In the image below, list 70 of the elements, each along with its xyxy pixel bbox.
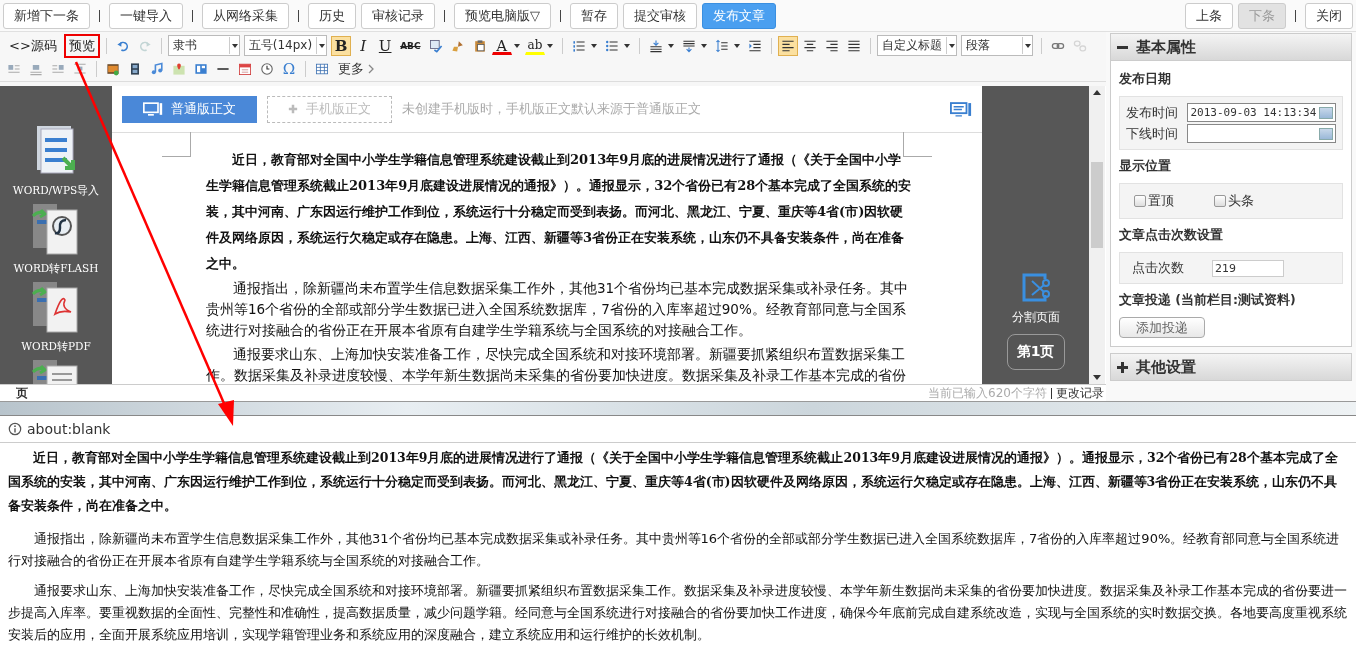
crop-mark bbox=[903, 132, 932, 157]
scissors-icon[interactable] bbox=[1020, 273, 1051, 303]
date-field[interactable] bbox=[1187, 124, 1336, 143]
split-page-label[interactable]: 分割页面 bbox=[1011, 309, 1060, 326]
page-button[interactable]: 第1页 bbox=[1006, 334, 1065, 370]
toolbar-button[interactable]: 从网络采集 bbox=[202, 2, 289, 29]
bold-button[interactable]: B bbox=[331, 35, 352, 56]
toolbar-button[interactable]: 上条 bbox=[1185, 2, 1233, 29]
field-label: 下线时间 bbox=[1126, 124, 1179, 143]
checkbox[interactable] bbox=[1134, 195, 1146, 207]
toolbar-button[interactable]: 预览电脑版▽ bbox=[454, 2, 551, 29]
section-header[interactable]: 基本属性 bbox=[1110, 33, 1352, 61]
section-subheading: 文章点击次数设置 bbox=[1119, 227, 1224, 244]
change-history-link[interactable]: 更改记录 bbox=[1056, 385, 1104, 402]
character-count: 当前已输入620个字符 bbox=[928, 385, 1047, 402]
toolbar-button[interactable]: 新增下一条 bbox=[3, 2, 90, 29]
more-button[interactable]: 更多 bbox=[334, 59, 378, 78]
chevron-icon[interactable] bbox=[368, 63, 374, 74]
paragraph: 近日，教育部对全国中小学生学籍信息管理系统建设截止到2013年9月底的进展情况进行了通报（《关于全国中小学生学籍信息管理系统截止2013年9月底建设进展情况的通报》）。通报显示，32个省份已有28个基本完成了全国系统的安装，其中河南、广东因运行维护工作到位，系统运行十分稳定而受到表扬。而河北、黑龙江、宁夏、重庆等4省(市)因软硬件及网络原因，系统运行欠稳定或存在隐患。上海、江西、新疆等3省份正在安装系统，山东仍不具备安装条件，尚在准备之中。 bbox=[206, 151, 912, 273]
toolbar-button[interactable]: 暂存 bbox=[570, 2, 618, 29]
dropdown-select[interactable]: 自定义标题 bbox=[877, 35, 958, 56]
special-character-button[interactable]: Ω bbox=[279, 58, 299, 79]
field-label: 点击次数 bbox=[1131, 259, 1185, 277]
calendar-icon bbox=[1319, 127, 1333, 140]
section-subheading: 显示位置 bbox=[1119, 158, 1172, 175]
italic-button[interactable]: I bbox=[353, 35, 374, 56]
dropdown-select[interactable]: 段落 bbox=[961, 35, 1034, 56]
calendar-icon bbox=[1319, 106, 1333, 119]
date-field[interactable]: 2013-09-03 14:13:34 bbox=[1187, 103, 1336, 122]
tool-label[interactable]: WORD转FLASH bbox=[13, 262, 99, 276]
toolbar-text-button[interactable]: 预览 bbox=[63, 33, 100, 58]
toolbar-button[interactable]: 提交审核 bbox=[623, 2, 697, 29]
address-bar-url[interactable]: about:blank bbox=[27, 421, 111, 437]
info-icon[interactable] bbox=[8, 422, 22, 436]
editor-tab[interactable]: 普通版正文 bbox=[122, 95, 257, 123]
click-count-field[interactable]: 219 bbox=[1212, 259, 1284, 277]
checkbox-label[interactable]: 头条 bbox=[1228, 192, 1254, 210]
paragraph: 通报要求山东、上海加快安装准备工作，尽快完成全国系统和对接环境部署。新疆要抓紧组织布置数据采集工作。数据采集及补录进度较慢、本学年新生数据尚未采集的省份要加快进度。数据采集及补录工作基本完成的省份要进一步提高入库率。要重视数据的全面性、完整性和准确性，提高数据质量，减少问题学籍。经同意与全国系统进行对接融合的省份要加快工作进度，确保今年底前完成自建系统改造，实现与全国系统的实时数据交换。各地要高度重视系统安装后的应用，全面开展系统应用培训，实现学籍管理业务和系统应用的深度融合，建立系统应用和运行维护的长效机制。 bbox=[8, 582, 1348, 644]
section-subheading: 发布日期 bbox=[1119, 71, 1172, 88]
strikethrough-button[interactable]: ABC bbox=[397, 35, 424, 56]
editor-hint: 未创建手机版时，手机版正文默认来源于普通版正文 bbox=[402, 100, 702, 118]
highlight-color-button[interactable]: ab bbox=[524, 36, 546, 55]
checkbox[interactable] bbox=[1214, 195, 1226, 207]
dropdown-select[interactable]: 隶书 bbox=[167, 35, 240, 56]
font-color-button[interactable]: A bbox=[491, 36, 512, 55]
tool-label[interactable]: WORD转PDF bbox=[21, 340, 91, 354]
section-header[interactable]: 其他设置 bbox=[1110, 353, 1352, 381]
toolbar-button[interactable]: 历史 bbox=[308, 2, 356, 29]
add-delivery-button[interactable]: 添加投递 bbox=[1119, 317, 1205, 338]
dropdown-select[interactable]: 五号(14px) bbox=[243, 35, 328, 56]
monitor-icon[interactable] bbox=[143, 102, 163, 116]
paragraph: 近日，教育部对全国中小学生学籍信息管理系统建设截止到2013年9月底的进展情况进行了通报（《关于全国中小学生学籍信息管理系统截止2013年9月底建设进展情况的通报》）。通报显示，32个省份已有28个基本完成了全国系统的安装，其中河南、广东因运行维护工作到位，系统运行十分稳定而受到表扬。而河北、黑龙江、宁夏、重庆等4省(市)因软硬件及网络原因，系统运行欠稳定或存在隐患。上海、江西、新疆等3省份正在安装系统，山东仍不具备安装条件，尚在准备之中。 bbox=[8, 449, 1339, 515]
crop-mark bbox=[162, 132, 191, 157]
section-subheading: 文章投递 (当前栏目:测试资料) bbox=[1119, 292, 1297, 309]
underline-button[interactable]: U bbox=[375, 35, 396, 56]
paragraph: 通报指出，除新疆尚未布置学生信息数据采集工作外，其他31个省份均已基本完成数据采集或补录任务。其中贵州等16个省份的全部或部分学生数据已进入全国系统数据库，7省份的入库率超过90%。经教育部同意与全国系统进行对接融合的省份正在开展本省原有自建学生学籍系统与全国系统的对接融合工作。 bbox=[206, 279, 910, 340]
field-label: 发布时间 bbox=[1126, 103, 1179, 122]
scrollbar[interactable] bbox=[1089, 86, 1105, 384]
toolbar-button[interactable]: 审核记录 bbox=[361, 2, 435, 29]
align-left-icon[interactable] bbox=[778, 35, 799, 56]
monitor-icon[interactable] bbox=[950, 101, 972, 117]
toolbar-text-button[interactable]: <>源码 bbox=[4, 33, 62, 58]
flash-convert-icon[interactable] bbox=[31, 202, 81, 258]
toolbar-button[interactable]: 一键导入 bbox=[109, 2, 183, 29]
paragraph: 通报指出，除新疆尚未布置学生信息数据采集工作外，其他31个省份均已基本完成数据采集或补录任务。其中贵州等16个省份的全部或部分学生数据已进入全国系统数据库，7省份的入库率超过90%。经教育部同意与全国系统进行对接融合的省份正在开展本省原有自建学生学籍系统与全国系统的对接融合工作。 bbox=[8, 530, 1341, 570]
tool-label[interactable]: WORD/WPS导入 bbox=[12, 184, 100, 198]
checkbox-label[interactable]: 置顶 bbox=[1148, 192, 1174, 210]
toolbar-button[interactable]: 关闭 bbox=[1305, 2, 1353, 29]
pdf-convert-icon[interactable] bbox=[31, 280, 81, 336]
page-tab-label: 页 bbox=[16, 385, 28, 402]
